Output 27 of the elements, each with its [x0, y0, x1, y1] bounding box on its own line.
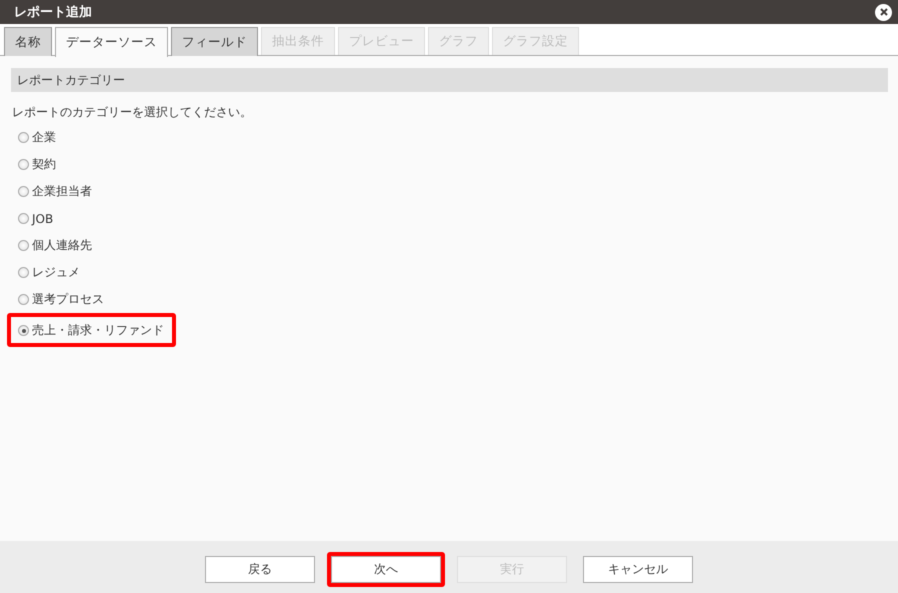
radio-button[interactable]	[18, 294, 29, 305]
radio-button[interactable]	[18, 213, 29, 224]
radio-label[interactable]: 契約	[32, 156, 56, 173]
radio-button[interactable]	[18, 186, 29, 197]
radio-button[interactable]	[18, 240, 29, 251]
radio-label[interactable]: JOB	[32, 212, 54, 226]
footer-button[interactable]: 次へ	[331, 556, 441, 582]
window-title: レポート追加	[14, 4, 92, 21]
tab[interactable]: データーソース	[55, 27, 168, 57]
section-header: レポートカテゴリー	[11, 68, 888, 92]
close-icon	[878, 7, 888, 17]
footer-button[interactable]: キャンセル	[583, 556, 693, 582]
instruction-text: レポートのカテゴリーを選択してください。	[11, 104, 253, 120]
footer-button[interactable]: 戻る	[205, 556, 315, 582]
radio-label[interactable]: 企業	[32, 129, 56, 146]
radio-button[interactable]	[18, 324, 29, 336]
radio-label[interactable]: 個人連絡先	[32, 237, 92, 254]
tab[interactable]: 名称	[4, 27, 52, 56]
radio-button[interactable]	[18, 132, 29, 143]
radio-label[interactable]: レジュメ	[32, 264, 80, 281]
radio-label[interactable]: 売上・請求・リファンド	[32, 322, 164, 338]
radio-button[interactable]	[18, 267, 29, 278]
radio-label[interactable]: 選考プロセス	[32, 291, 104, 308]
close-button[interactable]	[875, 4, 892, 20]
radio-label[interactable]: 企業担当者	[32, 183, 92, 200]
tab[interactable]: フィールド	[171, 27, 258, 56]
radio-button[interactable]	[18, 159, 29, 170]
